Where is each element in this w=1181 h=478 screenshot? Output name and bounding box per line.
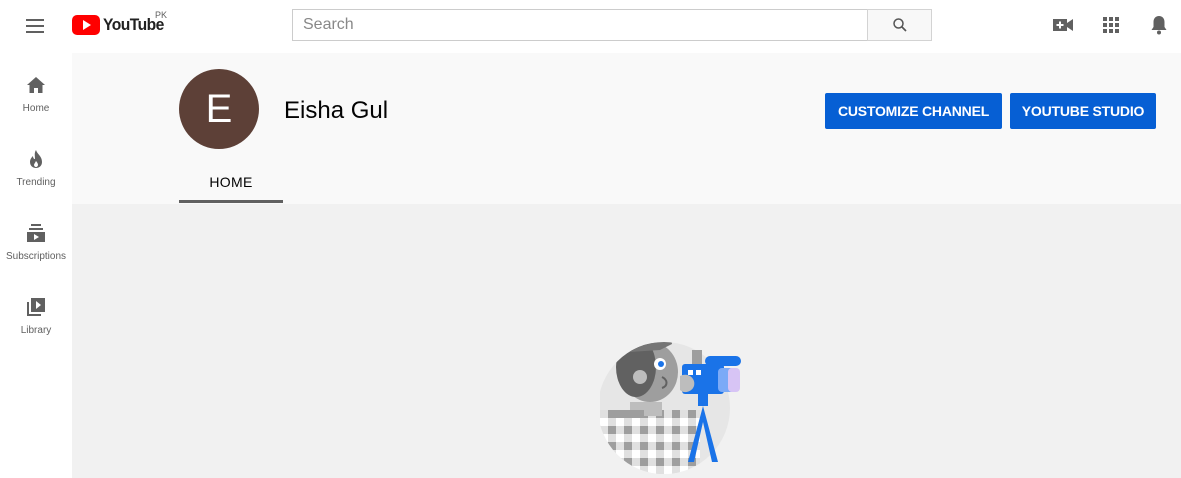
guide-sidebar: Home Trending Subscriptions Library	[0, 53, 72, 478]
channel-header: E Eisha Gul CUSTOMIZE CHANNEL YOUTUBE ST…	[72, 53, 1181, 204]
subscriptions-icon	[24, 221, 48, 245]
channel-name: Eisha Gul	[284, 97, 389, 124]
apps-grid-icon[interactable]	[1099, 13, 1123, 37]
guide-item-library[interactable]: Library	[0, 275, 72, 349]
youtube-studio-button[interactable]: YOUTUBE STUDIO	[1010, 93, 1156, 129]
avatar[interactable]: E	[179, 69, 259, 149]
guide-item-trending[interactable]: Trending	[0, 127, 72, 201]
home-icon	[24, 73, 48, 97]
region-label: PK	[155, 10, 168, 20]
tab-selected-indicator	[179, 200, 283, 203]
library-icon	[24, 295, 48, 319]
notifications-bell-icon[interactable]	[1147, 13, 1171, 37]
guide-item-label: Home	[22, 103, 50, 114]
youtube-play-icon	[72, 15, 100, 35]
search-input[interactable]	[293, 10, 868, 40]
channel-content	[72, 204, 1181, 478]
search-box	[292, 9, 868, 41]
guide-item-label: Subscriptions	[5, 251, 67, 262]
videographer-illustration	[600, 342, 741, 474]
search-button[interactable]	[867, 9, 932, 41]
customize-channel-button[interactable]: CUSTOMIZE CHANNEL	[825, 93, 1002, 129]
masthead: YouTube PK	[0, 0, 1181, 53]
menu-icon[interactable]	[24, 16, 48, 36]
search-icon	[892, 18, 907, 32]
guide-item-label: Trending	[16, 177, 56, 188]
guide-item-home[interactable]: Home	[0, 53, 72, 127]
youtube-logo[interactable]: YouTube PK	[72, 10, 169, 37]
fire-icon	[24, 147, 48, 171]
guide-item-label: Library	[20, 325, 52, 336]
create-video-icon[interactable]	[1051, 13, 1075, 37]
guide-item-subscriptions[interactable]: Subscriptions	[0, 201, 72, 275]
tab-home[interactable]: HOME	[179, 161, 283, 203]
